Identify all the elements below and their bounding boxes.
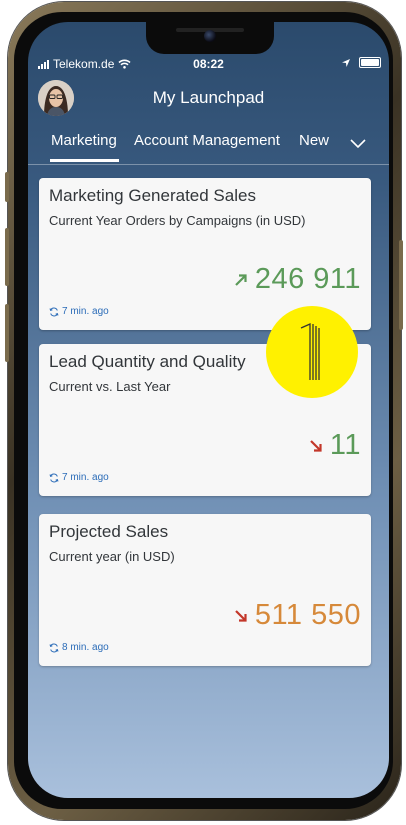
camera-icon — [204, 30, 216, 42]
app-header: My Launchpad — [28, 78, 389, 122]
touch-indicator — [266, 306, 358, 398]
refresh-icon — [49, 643, 59, 652]
kpi: 511 550 — [233, 599, 361, 632]
chevron-down-icon[interactable] — [348, 136, 368, 150]
active-tab-indicator — [50, 159, 119, 162]
kpi-value: 246 911 — [254, 263, 361, 295]
status-right — [341, 57, 381, 68]
tile-subtitle: Current vs. Last Year — [49, 379, 171, 394]
kpi: 246 911 — [233, 263, 361, 296]
kpi-value: 511 550 — [254, 599, 361, 631]
tile-subtitle: Current year (in USD) — [49, 549, 175, 564]
tab-new[interactable]: New — [299, 132, 329, 149]
refresh-time: 7 min. ago — [62, 306, 109, 317]
kpi: 11 — [308, 429, 361, 462]
page-title: My Launchpad — [152, 88, 265, 107]
arrow-down-right-icon — [235, 609, 247, 622]
single-finger-tap-icon — [300, 322, 320, 380]
tile-title: Projected Sales — [49, 522, 169, 541]
phone-volume-up-button — [5, 228, 9, 286]
location-arrow-icon — [342, 58, 350, 67]
notch — [146, 22, 274, 54]
status-bar: Telekom.de 08:22 — [28, 56, 389, 72]
phone-power-button — [399, 240, 403, 330]
phone-side-button — [5, 172, 9, 202]
refresh-icon — [49, 307, 59, 316]
phone-screen: Telekom.de 08:22 My Launchpad Marketing … — [28, 22, 389, 798]
phone-volume-down-button — [5, 304, 9, 362]
refresh-info: 8 min. ago — [49, 642, 109, 653]
kpi-value: 11 — [329, 429, 361, 461]
refresh-info: 7 min. ago — [49, 472, 109, 483]
clock: 08:22 — [193, 57, 224, 71]
tile-title: Marketing Generated Sales — [49, 186, 256, 205]
tile-title: Lead Quantity and Quality — [49, 352, 246, 371]
refresh-time: 7 min. ago — [62, 472, 109, 483]
refresh-info: 7 min. ago — [49, 306, 109, 317]
arrow-up-right-icon — [235, 273, 247, 286]
refresh-icon — [49, 473, 59, 482]
tile-subtitle: Current Year Orders by Campaigns (in USD… — [49, 213, 306, 228]
tile-projected-sales[interactable]: Projected Sales Current year (in USD) 51… — [39, 514, 371, 666]
tab-marketing[interactable]: Marketing — [51, 132, 117, 149]
refresh-time: 8 min. ago — [62, 642, 109, 653]
arrow-down-right-icon — [310, 439, 322, 452]
battery-icon — [359, 57, 381, 68]
tab-bar: Marketing Account Management New — [28, 126, 389, 165]
tab-account-management[interactable]: Account Management — [134, 132, 280, 149]
